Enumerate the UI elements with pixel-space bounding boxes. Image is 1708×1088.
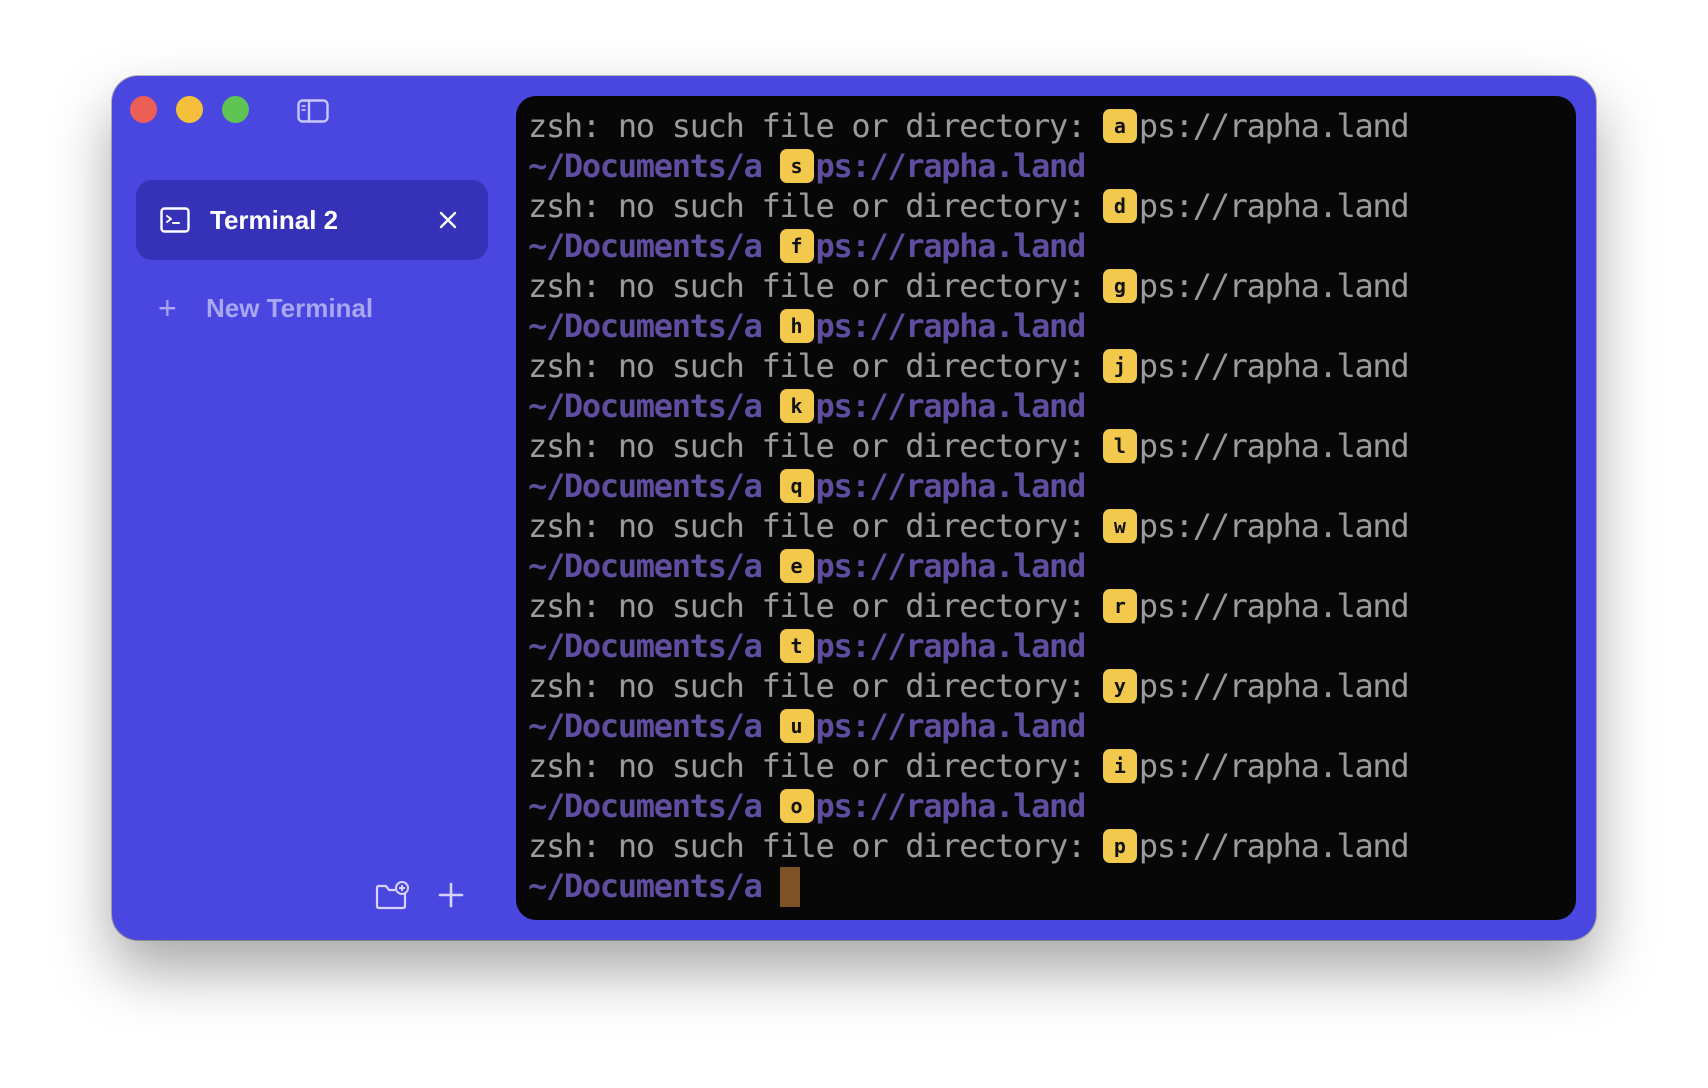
link-hint-badge[interactable]: q: [779, 469, 814, 503]
url-text: tps://rapha.land: [1120, 187, 1410, 225]
prompt-path-text: ~/Documents/a: [528, 627, 780, 665]
url-text: tps://rapha.land: [1120, 107, 1410, 145]
url-text: tps://rapha.land: [797, 307, 1087, 345]
prompt-path-text: ~/Documents/a: [528, 547, 780, 585]
zoom-window-button[interactable]: [222, 96, 249, 123]
minimize-window-button[interactable]: [176, 96, 203, 123]
terminal-error-line: zsh: no such file or directory: dtps://r…: [528, 186, 1410, 226]
url-text: tps://rapha.land: [797, 147, 1087, 185]
terminal-prompt-line: ~/Documents/a stps://rapha.land: [528, 146, 1408, 186]
error-message-text: zsh: no such file or directory:: [528, 107, 1103, 145]
error-message-text: zsh: no such file or directory:: [528, 507, 1103, 545]
plus-icon: +: [158, 290, 177, 326]
terminal-error-line: zsh: no such file or directory: jtps://r…: [528, 346, 1410, 386]
terminal-cursor: [779, 867, 800, 907]
sidebar-toggle-icon[interactable]: [297, 99, 329, 123]
link-hint-badge[interactable]: l: [1102, 429, 1137, 463]
error-message-text: zsh: no such file or directory:: [528, 347, 1103, 385]
link-hint-badge[interactable]: g: [1102, 269, 1137, 303]
terminal-output: zsh: no such file or directory: atps://r…: [528, 106, 1410, 907]
terminal-prompt-line: ~/Documents/a htps://rapha.land: [528, 306, 1408, 346]
link-hint-badge[interactable]: p: [1102, 829, 1137, 863]
error-message-text: zsh: no such file or directory:: [528, 427, 1103, 465]
terminal-prompt-line: ~/Documents/a ktps://rapha.land: [528, 386, 1408, 426]
prompt-path-text: ~/Documents/a: [528, 867, 780, 905]
url-text: tps://rapha.land: [797, 227, 1087, 265]
terminal-prompt-line: ~/Documents/a ttps://rapha.land: [528, 626, 1408, 666]
terminal-icon: [160, 207, 190, 233]
close-icon[interactable]: [436, 208, 460, 232]
new-terminal-button[interactable]: + New Terminal: [158, 288, 373, 328]
url-text: tps://rapha.land: [797, 547, 1087, 585]
terminal-error-line: zsh: no such file or directory: gtps://r…: [528, 266, 1410, 306]
link-hint-badge[interactable]: w: [1102, 509, 1137, 543]
tab-label: Terminal 2: [210, 204, 339, 235]
error-message-text: zsh: no such file or directory:: [528, 747, 1103, 785]
terminal-prompt-line: ~/Documents/a ftps://rapha.land: [528, 226, 1408, 266]
link-hint-badge[interactable]: k: [779, 389, 814, 423]
url-text: tps://rapha.land: [1120, 587, 1410, 625]
prompt-path-text: ~/Documents/a: [528, 387, 780, 425]
link-hint-badge[interactable]: i: [1102, 749, 1137, 783]
url-text: tps://rapha.land: [1120, 427, 1410, 465]
error-message-text: zsh: no such file or directory:: [528, 187, 1103, 225]
prompt-path-text: ~/Documents/a: [528, 227, 780, 265]
link-hint-badge[interactable]: y: [1102, 669, 1137, 703]
url-text: tps://rapha.land: [1120, 667, 1410, 705]
url-text: tps://rapha.land: [1120, 347, 1410, 385]
error-message-text: zsh: no such file or directory:: [528, 667, 1103, 705]
prompt-path-text: ~/Documents/a: [528, 467, 780, 505]
url-text: tps://rapha.land: [1120, 507, 1410, 545]
terminal-prompt-line: ~/Documents/a qtps://rapha.land: [528, 466, 1408, 506]
link-hint-badge[interactable]: j: [1102, 349, 1137, 383]
terminal-error-line: zsh: no such file or directory: atps://r…: [528, 106, 1410, 146]
link-hint-badge[interactable]: o: [779, 789, 814, 823]
link-hint-badge[interactable]: d: [1102, 189, 1137, 223]
close-window-button[interactable]: [130, 96, 157, 123]
terminal-pane[interactable]: zsh: no such file or directory: atps://r…: [516, 96, 1576, 920]
url-text: tps://rapha.land: [797, 787, 1087, 825]
url-text: tps://rapha.land: [797, 707, 1087, 745]
app-window: Terminal 2 + New Terminal zsh: no such f…: [112, 76, 1596, 940]
terminal-prompt-line: ~/Documents/a: [528, 866, 1408, 907]
terminal-prompt-line: ~/Documents/a etps://rapha.land: [528, 546, 1408, 586]
terminal-error-line: zsh: no such file or directory: wtps://r…: [528, 506, 1410, 546]
error-message-text: zsh: no such file or directory:: [528, 587, 1103, 625]
link-hint-badge[interactable]: e: [779, 549, 814, 583]
prompt-path-text: ~/Documents/a: [528, 307, 780, 345]
terminal-error-line: zsh: no such file or directory: rtps://r…: [528, 586, 1410, 626]
prompt-path-text: ~/Documents/a: [528, 787, 780, 825]
prompt-path-text: ~/Documents/a: [528, 147, 780, 185]
terminal-prompt-line: ~/Documents/a otps://rapha.land: [528, 786, 1408, 826]
terminal-error-line: zsh: no such file or directory: ptps://r…: [528, 826, 1410, 866]
link-hint-badge[interactable]: h: [779, 309, 814, 343]
link-hint-badge[interactable]: u: [779, 709, 814, 743]
link-hint-badge[interactable]: a: [1102, 109, 1137, 143]
error-message-text: zsh: no such file or directory:: [528, 267, 1103, 305]
terminal-error-line: zsh: no such file or directory: ytps://r…: [528, 666, 1410, 706]
new-terminal-label: New Terminal: [206, 292, 374, 323]
plus-icon[interactable]: [436, 880, 466, 910]
url-text: tps://rapha.land: [1120, 747, 1410, 785]
tab-terminal-2[interactable]: Terminal 2: [136, 180, 488, 260]
terminal-error-line: zsh: no such file or directory: ltps://r…: [528, 426, 1410, 466]
new-folder-icon[interactable]: [374, 880, 410, 910]
url-text: tps://rapha.land: [797, 627, 1087, 665]
link-hint-badge[interactable]: t: [779, 629, 814, 663]
link-hint-badge[interactable]: f: [779, 229, 814, 263]
error-message-text: zsh: no such file or directory:: [528, 827, 1103, 865]
prompt-path-text: ~/Documents/a: [528, 707, 780, 745]
link-hint-badge[interactable]: r: [1102, 589, 1137, 623]
link-hint-badge[interactable]: s: [779, 149, 814, 183]
url-text: tps://rapha.land: [797, 467, 1087, 505]
url-text: tps://rapha.land: [1120, 267, 1410, 305]
terminal-prompt-line: ~/Documents/a utps://rapha.land: [528, 706, 1408, 746]
terminal-error-line: zsh: no such file or directory: itps://r…: [528, 746, 1410, 786]
url-text: tps://rapha.land: [797, 387, 1087, 425]
url-text: tps://rapha.land: [1120, 827, 1410, 865]
